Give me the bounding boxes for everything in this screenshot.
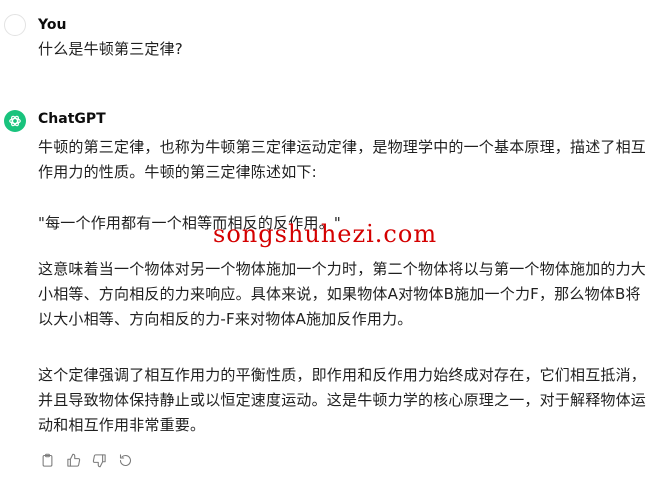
copy-button[interactable] (38, 451, 56, 469)
message-actions (38, 451, 134, 469)
assistant-name: ChatGPT (38, 111, 106, 127)
user-name: You (38, 17, 67, 33)
clipboard-icon (42, 453, 52, 467)
thumbs-down-button[interactable] (90, 451, 108, 469)
thumbs-down-icon (92, 453, 106, 467)
thumbs-up-button[interactable] (64, 451, 82, 469)
openai-knot-icon (9, 115, 21, 127)
user-question: 什么是牛顿第三定律? (38, 40, 183, 58)
watermark: songshuhezi.com (213, 220, 438, 248)
user-avatar (4, 14, 26, 36)
answer-paragraph-3: 这意味着当一个物体对另一个物体施加一个力时，第二个物体将以与第一个物体施加的力大… (38, 260, 647, 328)
chatgpt-logo-icon (4, 110, 26, 132)
answer-paragraph-4: 这个定律强调了相互作用力的平衡性质，即作用和反作用力始终成对存在，它们相互抵消，… (38, 366, 647, 434)
regenerate-icon (119, 453, 131, 466)
answer-paragraph-1: 牛顿的第三定律，也称为牛顿第三定律运动定律，是物理学中的一个基本原理，描述了相互… (38, 138, 647, 181)
thumbs-up-icon (66, 453, 80, 467)
regenerate-button[interactable] (116, 451, 134, 469)
